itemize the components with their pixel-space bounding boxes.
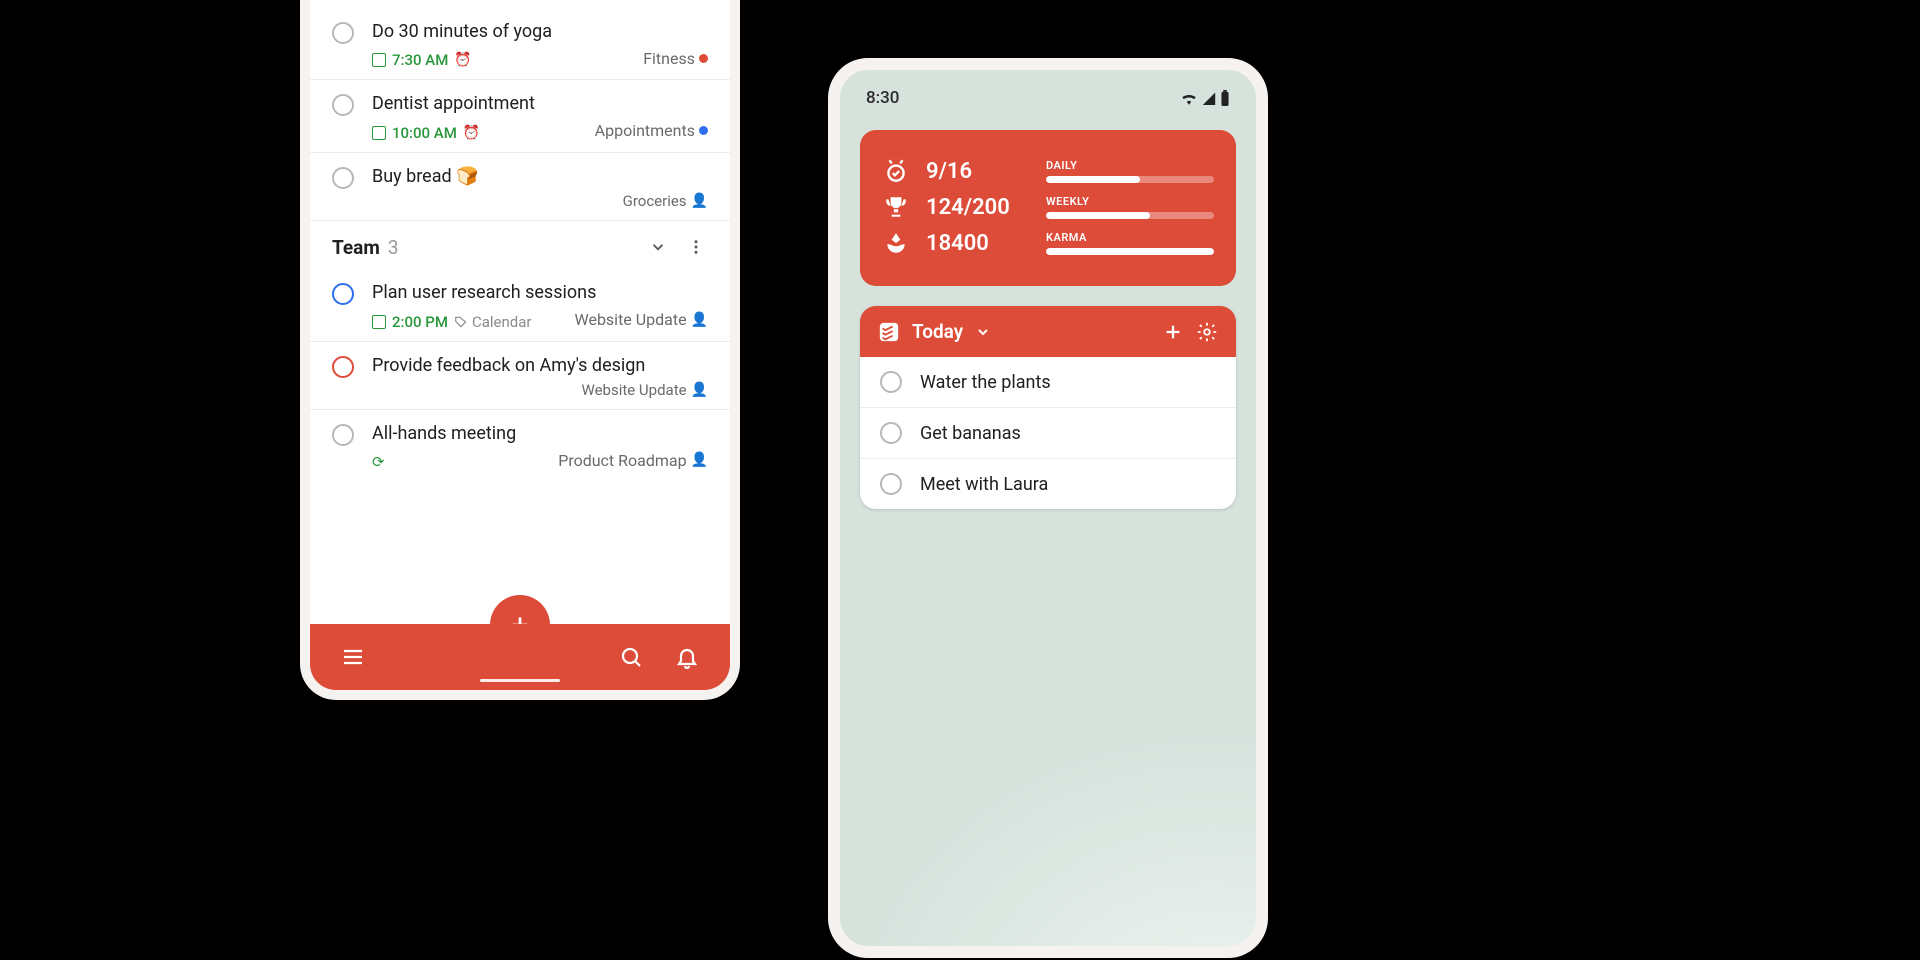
task-tag[interactable]: Appointments bbox=[595, 121, 708, 140]
home-indicator bbox=[480, 679, 560, 682]
stat-weekly: 124/200 WEEKLY bbox=[882, 194, 1214, 220]
trophy-icon bbox=[882, 194, 910, 220]
widget-task[interactable]: Get bananas bbox=[860, 408, 1236, 459]
task-tag[interactable]: Product Roadmap 👤 bbox=[558, 451, 708, 470]
task-time: 10:00 AM bbox=[392, 124, 457, 142]
widget-list: Water the plants Get bananas Meet with L… bbox=[860, 357, 1236, 509]
widget-task[interactable]: Water the plants bbox=[860, 357, 1236, 408]
status-bar: 8:30 bbox=[840, 70, 1256, 116]
search-icon[interactable] bbox=[618, 644, 644, 670]
stat-karma: 18400 KARMA bbox=[882, 230, 1214, 256]
person-icon: 👤 bbox=[691, 193, 708, 209]
recurring-icon: ⟳ bbox=[372, 453, 385, 471]
calendar-icon bbox=[372, 53, 386, 67]
task-title: Water the plants bbox=[920, 372, 1051, 393]
task-checkbox[interactable] bbox=[332, 94, 354, 116]
calendar-icon bbox=[372, 126, 386, 140]
signal-icon bbox=[1201, 91, 1217, 105]
status-time: 8:30 bbox=[866, 88, 899, 108]
stat-label: DAILY bbox=[1046, 159, 1214, 172]
task-tag[interactable]: Website Update 👤 bbox=[575, 310, 709, 329]
label-icon bbox=[454, 315, 468, 329]
today-widget[interactable]: Today Water the plants Get bananas bbox=[860, 306, 1236, 509]
tag-dot-icon bbox=[699, 126, 708, 135]
alarm-icon: ⏰ bbox=[454, 52, 471, 68]
task-tag[interactable]: Groceries 👤 bbox=[623, 192, 708, 210]
task-checkbox[interactable] bbox=[332, 22, 354, 44]
task-checkbox[interactable] bbox=[880, 473, 902, 495]
task-checkbox[interactable] bbox=[332, 167, 354, 189]
task-item[interactable]: All-hands meeting ⟳ Product Roadmap 👤 bbox=[310, 410, 730, 481]
person-icon: 👤 bbox=[691, 382, 708, 398]
task-item[interactable]: Provide feedback on Amy's design Website… bbox=[310, 342, 730, 410]
task-item[interactable]: Plan user research sessions 2:00 PM Cale… bbox=[310, 269, 730, 341]
wifi-icon bbox=[1180, 91, 1198, 105]
task-tag[interactable]: Fitness bbox=[643, 49, 708, 68]
progress-bar bbox=[1046, 248, 1214, 255]
phone-widget-home: 8:30 9/16 DAILY 124/200 WEEKLY bbox=[828, 58, 1268, 958]
stat-value: 18400 bbox=[926, 231, 1030, 256]
bottom-nav bbox=[310, 624, 730, 690]
target-icon bbox=[882, 158, 910, 184]
widget-header[interactable]: Today bbox=[860, 306, 1236, 357]
widget-title: Today bbox=[912, 320, 963, 343]
chevron-down-icon[interactable] bbox=[975, 324, 991, 340]
alarm-icon: ⏰ bbox=[463, 125, 480, 141]
task-checkbox[interactable] bbox=[332, 283, 354, 305]
task-title: Provide feedback on Amy's design bbox=[372, 354, 708, 377]
task-checkbox[interactable] bbox=[332, 356, 354, 378]
task-checkbox[interactable] bbox=[332, 424, 354, 446]
more-icon[interactable] bbox=[684, 235, 708, 259]
stat-daily: 9/16 DAILY bbox=[882, 158, 1214, 184]
calendar-icon bbox=[372, 315, 386, 329]
task-checkbox[interactable] bbox=[880, 371, 902, 393]
task-tag[interactable]: Website Update 👤 bbox=[582, 381, 709, 399]
task-title: Do 30 minutes of yoga bbox=[372, 20, 708, 43]
progress-bar bbox=[1046, 212, 1150, 219]
task-title: Buy bread 🍞 bbox=[372, 165, 708, 188]
progress-bar bbox=[1046, 176, 1140, 183]
widget-task[interactable]: Meet with Laura bbox=[860, 459, 1236, 509]
stat-label: KARMA bbox=[1046, 231, 1214, 244]
task-list: Personal 5 Do 30 minutes of yoga 7:30 AM… bbox=[310, 0, 730, 571]
stat-value: 9/16 bbox=[926, 159, 1030, 184]
chevron-down-icon[interactable] bbox=[646, 235, 670, 259]
task-label: Calendar bbox=[472, 313, 532, 331]
section-title: Team bbox=[332, 236, 380, 259]
task-item[interactable]: Dentist appointment 10:00 AM ⏰ Appointme… bbox=[310, 80, 730, 152]
task-title: Dentist appointment bbox=[372, 92, 708, 115]
person-icon: 👤 bbox=[691, 312, 708, 328]
task-checkbox[interactable] bbox=[880, 422, 902, 444]
stat-label: WEEKLY bbox=[1046, 195, 1214, 208]
menu-icon[interactable] bbox=[340, 644, 366, 670]
person-icon: 👤 bbox=[691, 452, 708, 468]
task-item[interactable]: Buy bread 🍞 Groceries 👤 bbox=[310, 153, 730, 221]
todoist-logo-icon bbox=[878, 321, 900, 343]
bell-icon[interactable] bbox=[674, 644, 700, 670]
section-header-personal[interactable]: Personal 5 bbox=[310, 0, 730, 8]
battery-icon bbox=[1220, 90, 1230, 106]
section-count: 3 bbox=[388, 236, 399, 259]
task-time: 2:00 PM bbox=[392, 313, 448, 331]
task-title: Meet with Laura bbox=[920, 474, 1048, 495]
task-item[interactable]: Do 30 minutes of yoga 7:30 AM ⏰ Fitness bbox=[310, 8, 730, 80]
status-icons bbox=[1180, 90, 1230, 106]
task-title: All-hands meeting bbox=[372, 422, 708, 445]
task-title: Get bananas bbox=[920, 423, 1021, 444]
section-header-team[interactable]: Team 3 bbox=[310, 221, 730, 269]
productivity-widget[interactable]: 9/16 DAILY 124/200 WEEKLY 18400 KARMA bbox=[860, 130, 1236, 286]
task-title: Plan user research sessions bbox=[372, 281, 708, 304]
karma-icon bbox=[882, 230, 910, 256]
stat-value: 124/200 bbox=[926, 195, 1030, 220]
task-time: 7:30 AM bbox=[392, 51, 448, 69]
phone-todo-app: Personal 5 Do 30 minutes of yoga 7:30 AM… bbox=[300, 0, 740, 700]
gear-icon[interactable] bbox=[1196, 321, 1218, 343]
add-icon[interactable] bbox=[1162, 321, 1184, 343]
tag-dot-icon bbox=[699, 54, 708, 63]
